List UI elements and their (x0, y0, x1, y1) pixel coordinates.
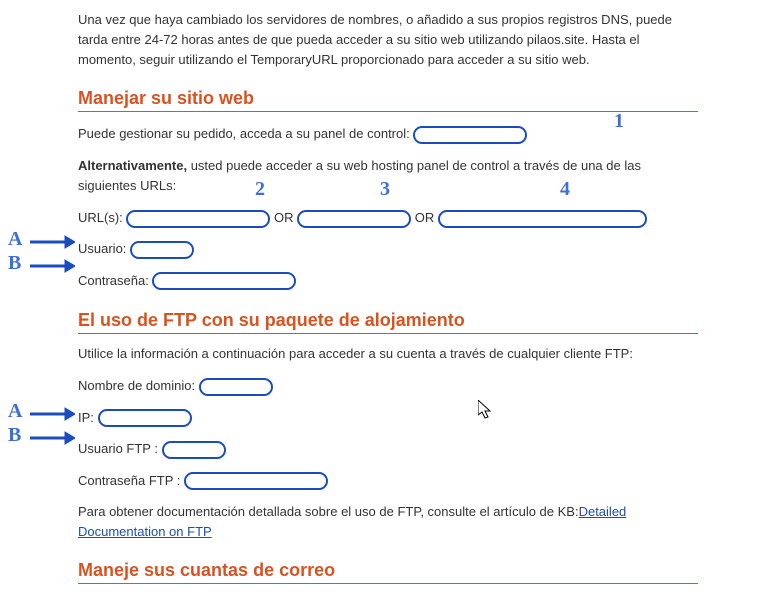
redacted-url-3 (438, 210, 647, 228)
redacted-ftp-user (162, 441, 226, 459)
heading-mail: Maneje sus cuantas de correo (78, 560, 698, 584)
redacted-url-2 (297, 210, 411, 228)
ftp-user-label: Usuario FTP : (78, 441, 162, 456)
urls-label: URL(s): (78, 210, 126, 225)
ftp-user-row: Usuario FTP : (78, 437, 698, 460)
ftp-pass-row: Contraseña FTP : (78, 469, 698, 492)
redacted-user (130, 241, 194, 259)
control-panel-label: Puede gestionar su pedido, acceda a su p… (78, 126, 410, 141)
alt-access-paragraph: Alternativamente, usted puede acceder a … (78, 156, 698, 196)
user-row: Usuario: (78, 237, 698, 260)
ftp-ip-label: IP: (78, 410, 98, 425)
or-text-1: OR (274, 210, 297, 225)
arrow-icon (30, 235, 75, 249)
password-label: Contraseña: (78, 273, 152, 288)
kb-paragraph: Para obtener documentación detallada sob… (78, 502, 698, 542)
annotation-letter-A-1: A (8, 228, 22, 251)
control-panel-line: Puede gestionar su pedido, acceda a su p… (78, 122, 698, 145)
intro-paragraph: Una vez que haya cambiado los servidores… (78, 10, 698, 70)
ftp-domain-row: Nombre de dominio: (78, 374, 698, 397)
arrow-icon (30, 407, 75, 421)
arrow-icon (30, 259, 75, 273)
ftp-pass-label: Contraseña FTP : (78, 473, 184, 488)
annotation-letter-B-2: B (8, 424, 21, 447)
redacted-password (152, 272, 296, 290)
ftp-intro: Utilice la información a continuación pa… (78, 344, 698, 364)
redacted-ftp-ip (98, 409, 192, 427)
urls-row: URL(s): OR OR (78, 206, 698, 229)
password-row: Contraseña: (78, 269, 698, 292)
kb-prefix: Para obtener documentación detallada sob… (78, 504, 579, 519)
ftp-ip-row: IP: (78, 406, 698, 429)
ftp-domain-label: Nombre de dominio: (78, 378, 199, 393)
arrow-icon (30, 431, 75, 445)
annotation-letter-A-2: A (8, 400, 22, 423)
annotation-letter-B-1: B (8, 252, 21, 275)
user-label: Usuario: (78, 241, 130, 256)
redacted-control-panel-url (413, 126, 527, 144)
alt-bold: Alternativamente, (78, 158, 187, 173)
or-text-2: OR (415, 210, 438, 225)
redacted-url-1 (126, 210, 270, 228)
redacted-ftp-pass (184, 472, 328, 490)
heading-ftp: El uso de FTP con su paquete de alojamie… (78, 310, 698, 334)
heading-manage-site: Manejar su sitio web (78, 88, 698, 112)
redacted-ftp-domain (199, 378, 273, 396)
document-body: Una vez que haya cambiado los servidores… (78, 0, 698, 594)
